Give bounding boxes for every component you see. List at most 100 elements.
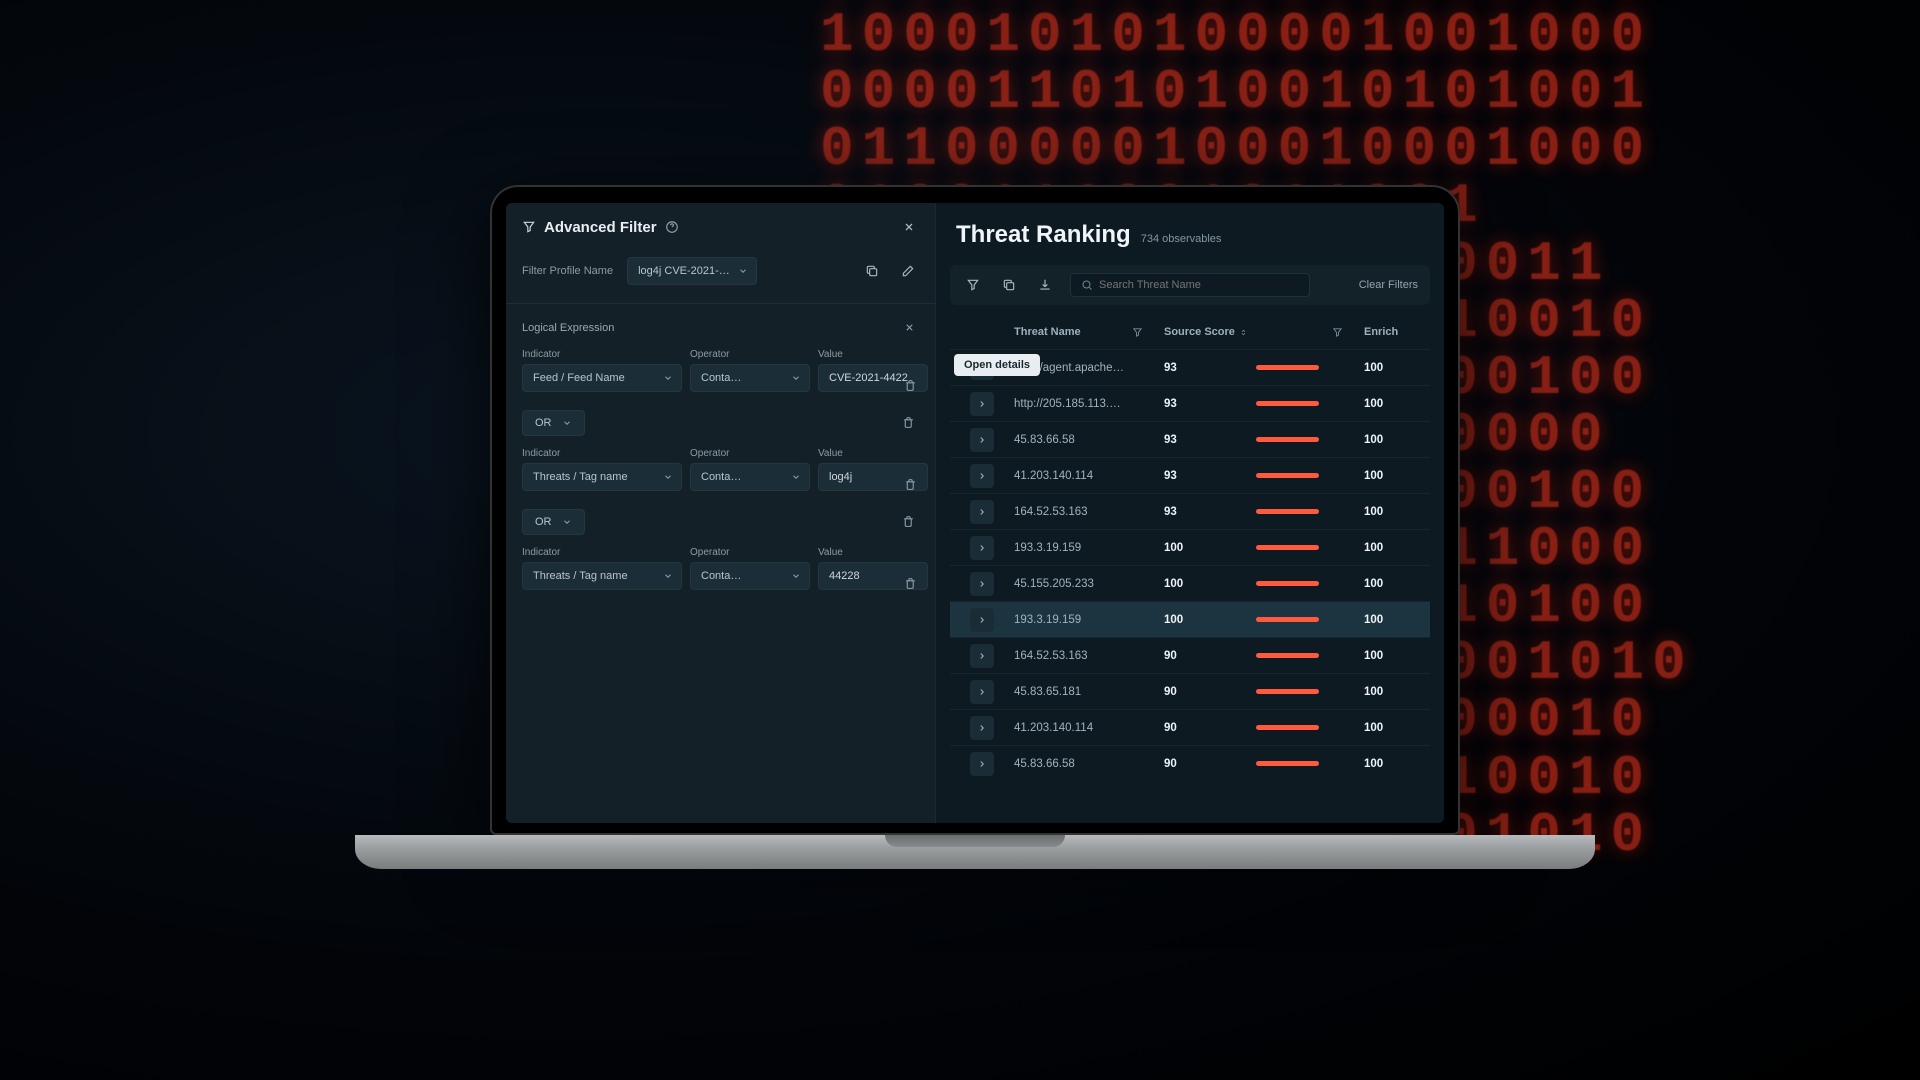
source-score-cell: 90 <box>1164 758 1250 770</box>
profile-select[interactable]: log4j CVE-2021-… <box>627 257 757 285</box>
table-row[interactable]: 164.52.53.163 90 100 <box>950 637 1430 673</box>
table-row[interactable]: 41.203.140.114 93 100 <box>950 457 1430 493</box>
close-filter-button[interactable] <box>899 217 919 237</box>
condition-block: Indicator Threats / Tag name Operator Co… <box>522 448 919 491</box>
table-row[interactable]: 193.3.19.159 100 100 <box>950 529 1430 565</box>
delete-condition-button[interactable] <box>900 573 921 594</box>
threat-name-cell: 45.155.205.233 <box>1014 578 1126 590</box>
chevron-down-icon <box>562 517 572 527</box>
operator-select[interactable]: Conta… <box>690 463 810 491</box>
threat-name-cell: 41.203.140.114 <box>1014 470 1126 482</box>
table-row[interactable]: 45.83.66.58 93 100 <box>950 421 1430 457</box>
toolbar-copy-button[interactable] <box>998 274 1020 296</box>
ranking-title: Threat Ranking <box>956 221 1131 249</box>
expand-row-button[interactable] <box>970 752 994 776</box>
operator-select[interactable]: Conta… <box>690 364 810 392</box>
score-bar <box>1256 437 1326 442</box>
clear-filters-link[interactable]: Clear Filters <box>1359 279 1418 291</box>
source-score-cell: 90 <box>1164 686 1250 698</box>
table-row[interactable]: 45.83.65.181 90 100 <box>950 673 1430 709</box>
source-score-cell: 93 <box>1164 434 1250 446</box>
delete-condition-button[interactable] <box>900 375 921 396</box>
threat-name-cell: 164.52.53.163 <box>1014 506 1126 518</box>
value-label: Value <box>818 448 928 459</box>
indicator-select[interactable]: Threats / Tag name <box>522 562 682 590</box>
score-bar <box>1256 545 1326 550</box>
table-row[interactable]: http://205.185.113.59:1234/xmss 93 100 <box>950 385 1430 421</box>
delete-group-button[interactable] <box>898 412 919 433</box>
edit-profile-button[interactable] <box>897 260 919 282</box>
profile-row: Filter Profile Name log4j CVE-2021-… <box>506 249 935 303</box>
threat-name-cell: http://205.185.113.59:1234/xmss <box>1014 398 1126 410</box>
table-row[interactable]: 193.3.19.159 100 100 <box>950 601 1430 637</box>
expand-row-button[interactable] <box>970 392 994 416</box>
threat-name-cell: 45.83.66.58 <box>1014 434 1126 446</box>
col-source-score[interactable]: Source Score <box>1164 326 1250 338</box>
expand-row-button[interactable] <box>970 536 994 560</box>
chevron-down-icon <box>663 373 673 383</box>
condition-block: Indicator Threats / Tag name Operator Co… <box>522 547 919 590</box>
operator-label: Operator <box>690 547 810 558</box>
delete-condition-button[interactable] <box>900 474 921 495</box>
indicator-select[interactable]: Feed / Feed Name <box>522 364 682 392</box>
col-source-filter-icon[interactable] <box>1332 327 1358 338</box>
indicator-label: Indicator <box>522 349 682 360</box>
source-score-cell: 90 <box>1164 722 1250 734</box>
filter-header: Advanced Filter <box>506 203 935 249</box>
expand-row-button[interactable] <box>970 680 994 704</box>
search-wrap <box>1070 273 1310 297</box>
threat-name-cell: 193.3.19.159 <box>1014 542 1126 554</box>
table-row[interactable]: 45.155.205.233 100 100 <box>950 565 1430 601</box>
threat-name-cell: 164.52.53.163 <box>1014 650 1126 662</box>
close-section-button[interactable] <box>900 318 919 337</box>
score-bar <box>1256 761 1326 766</box>
col-enrich[interactable]: Enrich <box>1364 326 1424 338</box>
source-score-cell: 93 <box>1164 470 1250 482</box>
score-bar <box>1256 725 1326 730</box>
expand-row-button[interactable] <box>970 464 994 488</box>
operator-label: Operator <box>690 349 810 360</box>
indicator-value: Threats / Tag name <box>533 471 628 483</box>
toolbar-filter-button[interactable] <box>962 274 984 296</box>
or-operator-select[interactable]: OR <box>522 509 585 535</box>
table-row[interactable]: 164.52.53.163 93 100 <box>950 493 1430 529</box>
expand-row-button[interactable] <box>970 572 994 596</box>
col-threat-name[interactable]: Threat Name <box>1014 326 1126 338</box>
ranking-toolbar: Clear Filters <box>950 265 1430 305</box>
ranking-header: Threat Ranking 734 observables <box>936 203 1444 257</box>
source-score-cell: 100 <box>1164 578 1250 590</box>
table-header: Open details Threat Name Source Score <box>950 315 1430 349</box>
expand-row-button[interactable] <box>970 608 994 632</box>
filter-icon <box>522 220 536 234</box>
operator-value: Conta… <box>701 570 741 582</box>
indicator-select[interactable]: Threats / Tag name <box>522 463 682 491</box>
table-row[interactable]: 41.203.140.114 90 100 <box>950 709 1430 745</box>
operator-select[interactable]: Conta… <box>690 562 810 590</box>
chevron-down-icon <box>663 472 673 482</box>
source-score-cell: 100 <box>1164 614 1250 626</box>
search-input[interactable] <box>1099 279 1299 291</box>
expand-row-button[interactable] <box>970 500 994 524</box>
toolbar-download-button[interactable] <box>1034 274 1056 296</box>
chevron-down-icon <box>791 571 801 581</box>
or-operator-select[interactable]: OR <box>522 410 585 436</box>
expand-row-button[interactable] <box>970 428 994 452</box>
source-score-cell: 93 <box>1164 362 1250 374</box>
chevron-down-icon <box>738 266 748 276</box>
ranking-subtitle: 734 observables <box>1141 233 1222 245</box>
delete-group-button[interactable] <box>898 511 919 532</box>
threat-name-cell: 45.83.66.58 <box>1014 758 1126 770</box>
score-bar <box>1256 365 1326 370</box>
table-row[interactable]: 45.83.66.58 90 100 <box>950 745 1430 781</box>
help-icon[interactable] <box>665 220 679 234</box>
advanced-filter-panel: Advanced Filter Filter Profile Name log4… <box>506 203 936 823</box>
expand-row-button[interactable] <box>970 644 994 668</box>
col-name-filter-icon[interactable] <box>1132 327 1158 338</box>
logical-expression-section: Logical Expression Indicator Feed / Feed… <box>506 303 935 608</box>
indicator-value: Feed / Feed Name <box>533 372 625 384</box>
enrich-score-cell: 100 <box>1364 362 1424 374</box>
chevron-down-icon <box>562 418 572 428</box>
filter-title: Advanced Filter <box>544 219 657 236</box>
expand-row-button[interactable] <box>970 716 994 740</box>
copy-profile-button[interactable] <box>861 260 883 282</box>
